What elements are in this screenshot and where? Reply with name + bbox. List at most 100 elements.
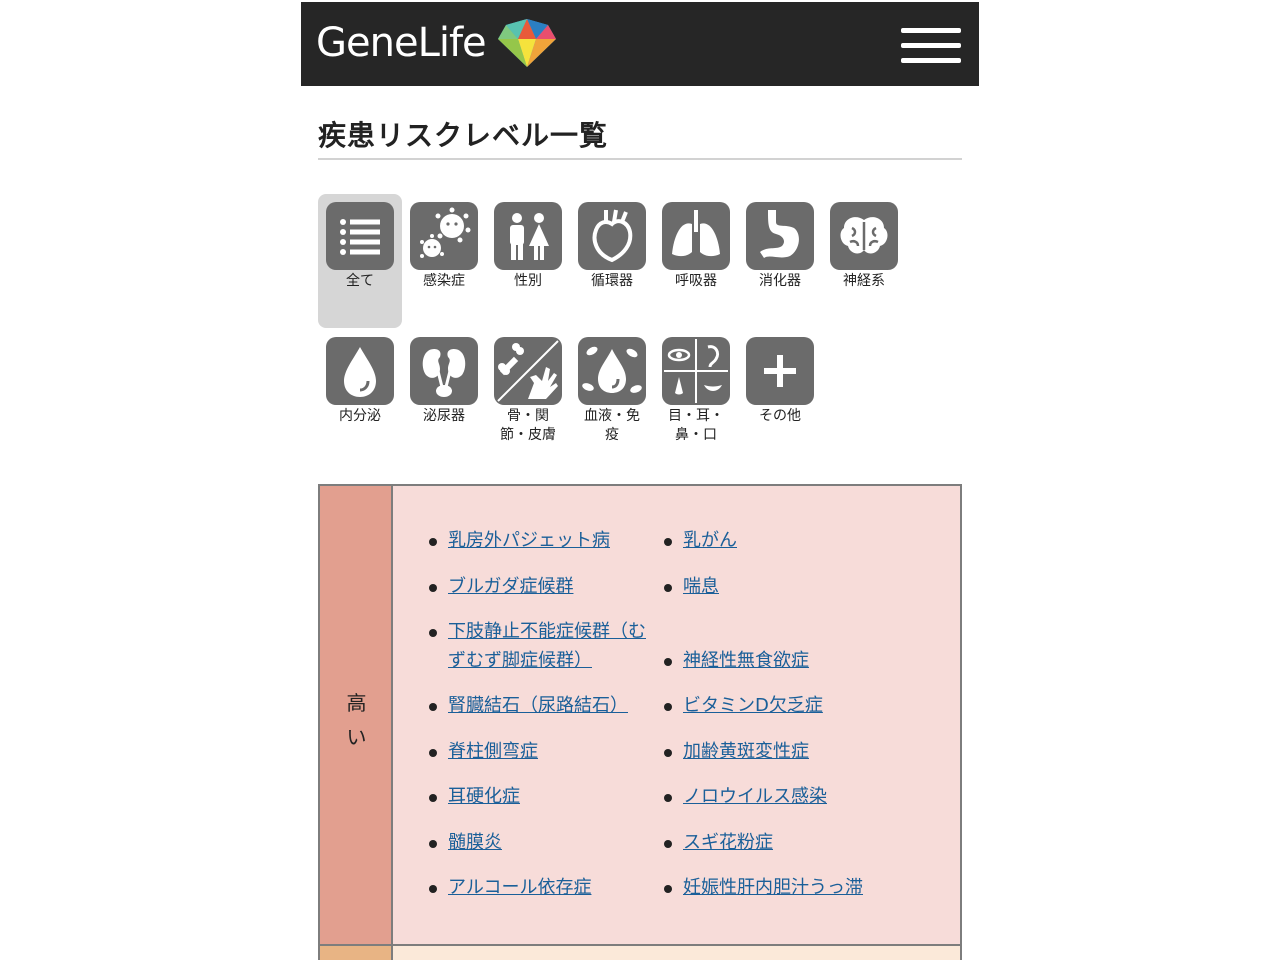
disease-link[interactable]: 腎臓結石（尿路結石） [448,695,628,716]
bullet-icon [429,629,437,637]
disease-list-item[interactable]: ノロウイルス感染 [664,782,827,811]
category-infection[interactable]: 感染症 [402,194,486,294]
disease-link[interactable]: 乳房外パジェット病 [448,530,610,551]
blood-cell-icon [578,337,646,405]
gem-logo-icon [497,19,556,67]
disease-link[interactable]: 神経性無食欲症 [683,650,809,671]
disease-link[interactable]: ビタミンD欠乏症 [683,695,823,716]
disease-link[interactable]: 喘息 [683,576,719,597]
bullet-icon [664,703,672,711]
disease-link[interactable]: スギ花粉症 [683,832,773,853]
category-label: 泌尿器 [423,408,465,424]
bullet-icon [664,538,672,546]
disease-link[interactable]: 脊柱側弯症 [448,741,538,762]
menu-bar-icon [901,28,961,33]
brand-name: GeneLife [316,20,487,66]
brain-icon [830,202,898,270]
disease-link[interactable]: ノロウイルス感染 [683,786,827,807]
category-label: 性別 [514,273,542,289]
bullet-icon [664,885,672,893]
page: GeneLife 疾患リスクレベル一覧 全て 感染症 性別 循環器 呼吸器 消化… [301,2,979,960]
disease-link[interactable]: アルコール依存症 [448,877,591,898]
disease-list-item[interactable]: 喘息 [664,572,719,601]
disease-link[interactable]: 妊娠性肝内胆汁うっ滞 [683,877,863,898]
gender-icon [494,202,562,270]
category-gender[interactable]: 性別 [486,194,570,294]
category-label: 感染症 [423,273,465,289]
bullet-icon [664,749,672,757]
category-urinary[interactable]: 泌尿器 [402,329,486,429]
drop-icon [326,337,394,405]
bullet-icon [429,584,437,592]
disease-list-item[interactable]: 乳がん [664,526,737,555]
category-all[interactable]: 全て [318,194,402,328]
bullet-icon [664,840,672,848]
menu-bar-icon [901,43,961,48]
title-divider [318,158,962,160]
disease-list-item[interactable]: スギ花粉症 [664,828,773,857]
category-respiratory[interactable]: 呼吸器 [654,194,738,294]
category-eye-ear-nose-mouth[interactable]: 目・耳・ 鼻・口 [654,329,738,449]
category-label: 循環器 [591,273,633,289]
disease-link[interactable]: 下肢静止不能症候群（む ずむず脚症候群） [429,617,688,675]
disease-link[interactable]: 耳硬化症 [448,786,520,807]
category-circulatory[interactable]: 循環器 [570,194,654,294]
category-other[interactable]: その他 [738,329,822,429]
site-header: GeneLife [301,2,979,86]
bullet-icon [429,794,437,802]
disease-list-item[interactable]: 髄膜炎 [429,828,502,857]
disease-list-item[interactable]: ブルガダ症候群 [429,572,573,601]
disease-list-item[interactable]: 妊娠性肝内胆汁うっ滞 [664,873,863,902]
risk-level-table: 高 い 乳房外パジェット病 ブルガダ症候群 下肢静止不能症候群（む ずむず脚症候… [318,484,962,946]
risk-level-label: 高 い [346,691,367,749]
category-digestive[interactable]: 消化器 [738,194,822,294]
bullet-icon [429,703,437,711]
category-label: 神経系 [843,273,885,289]
disease-list-item[interactable]: 腎臓結石（尿路結石） [429,691,628,720]
category-label: 全て [346,273,374,289]
category-label: 消化器 [759,273,801,289]
disease-list-item[interactable]: 乳房外パジェット病 [429,526,610,555]
bone-hand-icon [494,337,562,405]
disease-list-item[interactable]: 加齢黄斑変性症 [664,737,809,766]
disease-link[interactable]: 加齢黄斑変性症 [683,741,809,762]
category-endocrine[interactable]: 内分泌 [318,329,402,429]
disease-link[interactable]: 乳がん [683,530,737,551]
plus-icon [746,337,814,405]
brand-logo-link[interactable]: GeneLife [316,15,558,71]
hamburger-menu-button[interactable] [901,26,963,66]
next-risk-level-cell [320,946,393,960]
category-label: 呼吸器 [675,273,717,289]
category-blood-immune[interactable]: 血液・免 疫 [570,329,654,449]
next-risk-level-row [318,944,962,960]
disease-list-item[interactable]: ビタミンD欠乏症 [664,691,823,720]
stomach-icon [746,202,814,270]
menu-bar-icon [901,58,961,63]
disease-list-item[interactable]: アルコール依存症 [429,873,591,902]
disease-list-item[interactable]: 脊柱側弯症 [429,737,538,766]
disease-list-item[interactable]: 下肢静止不能症候群（む ずむず脚症候群） [429,617,688,675]
category-label: 骨・関 節・皮膚 [500,408,556,443]
disease-list-item[interactable]: 耳硬化症 [429,782,520,811]
category-bone-joint-skin[interactable]: 骨・関 節・皮膚 [486,329,570,449]
bullet-icon [664,658,672,666]
page-title: 疾患リスクレベル一覧 [318,119,609,152]
category-label: 目・耳・ 鼻・口 [668,408,724,443]
category-label: 血液・免 疫 [584,408,640,443]
lungs-icon [662,202,730,270]
bullet-icon [429,840,437,848]
bullet-icon [429,538,437,546]
category-nervous[interactable]: 神経系 [822,194,906,294]
category-label: その他 [759,408,801,424]
virus-icon [410,202,478,270]
disease-link[interactable]: ブルガダ症候群 [448,576,573,597]
bullet-icon [429,749,437,757]
risk-level-cell: 高 い [320,486,393,944]
bullet-icon [429,885,437,893]
heart-icon [578,202,646,270]
category-label: 内分泌 [339,408,381,424]
disease-link-text: 下肢静止不能症候群（む ずむず脚症候群） [448,621,646,671]
disease-list-item[interactable]: 神経性無食欲症 [664,646,809,675]
eye-ear-nose-mouth-icon [662,337,730,405]
disease-link[interactable]: 髄膜炎 [448,832,502,853]
